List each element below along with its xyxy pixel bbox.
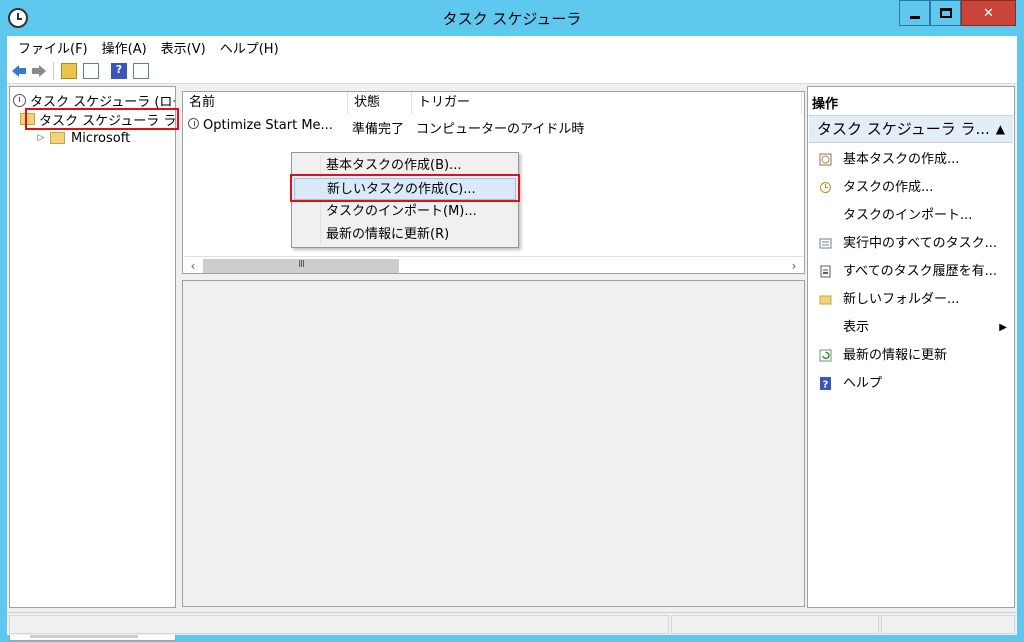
basic-task-icon <box>819 153 832 166</box>
window-title: タスク スケジューラ <box>442 10 582 28</box>
action-new-folder-label: 新しいフォルダー... <box>843 292 960 307</box>
task-name: Optimize Start Me... <box>203 118 333 133</box>
maximize-icon <box>939 8 952 18</box>
tree-item-root-label: タスク スケジューラ (ローカル) <box>30 94 175 110</box>
context-refresh[interactable]: 最新の情報に更新(R) <box>294 224 516 246</box>
close-button[interactable]: ✕ <box>961 0 1016 26</box>
column-header-status[interactable]: 状態 <box>348 92 412 114</box>
refresh-icon <box>819 349 832 362</box>
menu-help[interactable]: ヘルプ(H) <box>213 38 286 57</box>
maximize-button[interactable] <box>930 0 961 26</box>
minimize-icon <box>909 15 920 19</box>
center-horizontal-scrollbar[interactable]: ‹ III › <box>184 256 803 273</box>
new-folder-icon <box>819 295 832 305</box>
task-status: 準備完了 <box>352 122 405 137</box>
action-view[interactable]: 表示 ▶ <box>809 314 1013 342</box>
status-bar <box>7 612 1017 635</box>
task-clock-icon <box>188 118 199 129</box>
action-enable-history-label: すべてのタスク履歴を有... <box>843 264 997 279</box>
action-import-task-label: タスクのインポート... <box>843 208 973 223</box>
action-refresh[interactable]: 最新の情報に更新 <box>809 342 1013 370</box>
submenu-arrow-icon: ▶ <box>999 322 1007 333</box>
action-import-task[interactable]: タスクのインポート... <box>809 202 1013 230</box>
action-help[interactable]: ? ヘルプ <box>809 370 1013 398</box>
forward-arrow-icon[interactable] <box>31 63 47 79</box>
scroll-thumb[interactable]: III <box>203 259 399 273</box>
clock-icon <box>13 93 26 107</box>
toolbar-separator <box>53 62 54 80</box>
actions-title: 操作 <box>812 97 839 112</box>
action-enable-history[interactable]: すべてのタスク履歴を有... <box>809 258 1013 286</box>
status-cell-secondary <box>671 615 879 634</box>
minimize-button[interactable] <box>899 0 930 26</box>
highlight-library <box>25 108 179 130</box>
menu-view[interactable]: 表示(V) <box>154 38 213 57</box>
tree-item-root[interactable]: タスク スケジューラ (ローカル) <box>13 91 175 110</box>
action-view-label: 表示 <box>843 320 870 335</box>
context-import-task[interactable]: タスクのインポート(M)... <box>294 201 516 223</box>
menu-file[interactable]: ファイル(F) <box>11 38 95 57</box>
expand-arrow-icon[interactable]: ▷ <box>36 133 46 143</box>
up-folder-icon[interactable] <box>61 63 77 79</box>
create-task-icon <box>820 182 831 193</box>
column-header-name[interactable]: 名前 <box>183 92 348 114</box>
action-help-label: ヘルプ <box>843 376 883 391</box>
status-cell-main <box>9 615 669 634</box>
action-running-tasks[interactable]: 実行中のすべてのタスク... <box>809 230 1013 258</box>
folder-icon <box>50 132 65 144</box>
action-create-task[interactable]: タスクの作成... <box>809 174 1013 202</box>
scroll-left-icon[interactable]: ‹ <box>184 257 202 275</box>
svg-text:?: ? <box>823 380 829 391</box>
menu-bar: ファイル(F) 操作(A) 表示(V) ヘルプ(H) <box>7 36 1017 58</box>
actions-pane: 操作 タスク スケジューラ ラ... ▲ 基本タスクの作成... タスクの作成.… <box>807 86 1015 608</box>
scroll-right-icon[interactable]: › <box>785 257 803 275</box>
running-tasks-icon <box>819 238 832 249</box>
actions-group-header[interactable]: タスク スケジューラ ラ... ▲ <box>809 115 1013 143</box>
close-icon: ✕ <box>983 5 994 21</box>
back-arrow-icon[interactable] <box>11 63 27 79</box>
help-icon[interactable]: ? <box>111 63 127 79</box>
task-history-icon <box>820 265 831 278</box>
action-create-basic-task[interactable]: 基本タスクの作成... <box>809 146 1013 174</box>
tree-item-microsoft[interactable]: ▷ Microsoft <box>36 129 131 147</box>
tree-item-microsoft-label: Microsoft <box>71 130 131 146</box>
highlight-create-task <box>290 174 520 202</box>
actions-group-label: タスク スケジューラ ラ... <box>817 120 990 138</box>
task-name-cell: Optimize Start Me... <box>188 118 333 133</box>
task-trigger: コンピューターのアイドル時 <box>416 122 585 137</box>
pane-splitter[interactable] <box>182 275 805 279</box>
status-cell-tertiary <box>881 615 1015 634</box>
task-scheduler-window: タスク スケジューラ ✕ ファイル(F) 操作(A) 表示(V) ヘルプ(H) … <box>0 0 1024 642</box>
toolbar: ? <box>7 58 1017 84</box>
console-tree: タスク スケジューラ (ローカル) タスク スケジューラ ライブラリ ▷ Mic… <box>9 86 176 608</box>
collapse-arrow-icon[interactable]: ▲ <box>996 116 1005 142</box>
show-hide-action-pane-icon[interactable] <box>133 63 149 79</box>
action-new-folder[interactable]: 新しいフォルダー... <box>809 286 1013 314</box>
column-header-trigger[interactable]: トリガー <box>412 92 802 114</box>
help-icon: ? <box>820 377 831 391</box>
action-create-basic-task-label: 基本タスクの作成... <box>843 152 960 167</box>
table-row[interactable]: Optimize Start Me... 準備完了 コンピューターのアイドル時 <box>183 116 793 137</box>
client-area: ファイル(F) 操作(A) 表示(V) ヘルプ(H) ? タスク スケジューラ … <box>7 36 1017 641</box>
action-create-task-label: タスクの作成... <box>843 180 934 195</box>
title-bar[interactable]: タスク スケジューラ ✕ <box>0 0 1024 36</box>
menu-action[interactable]: 操作(A) <box>95 38 154 57</box>
action-running-tasks-label: 実行中のすべてのタスク... <box>843 236 997 251</box>
detail-pane <box>182 280 805 607</box>
action-refresh-label: 最新の情報に更新 <box>843 348 948 363</box>
show-hide-console-tree-icon[interactable] <box>83 63 99 79</box>
